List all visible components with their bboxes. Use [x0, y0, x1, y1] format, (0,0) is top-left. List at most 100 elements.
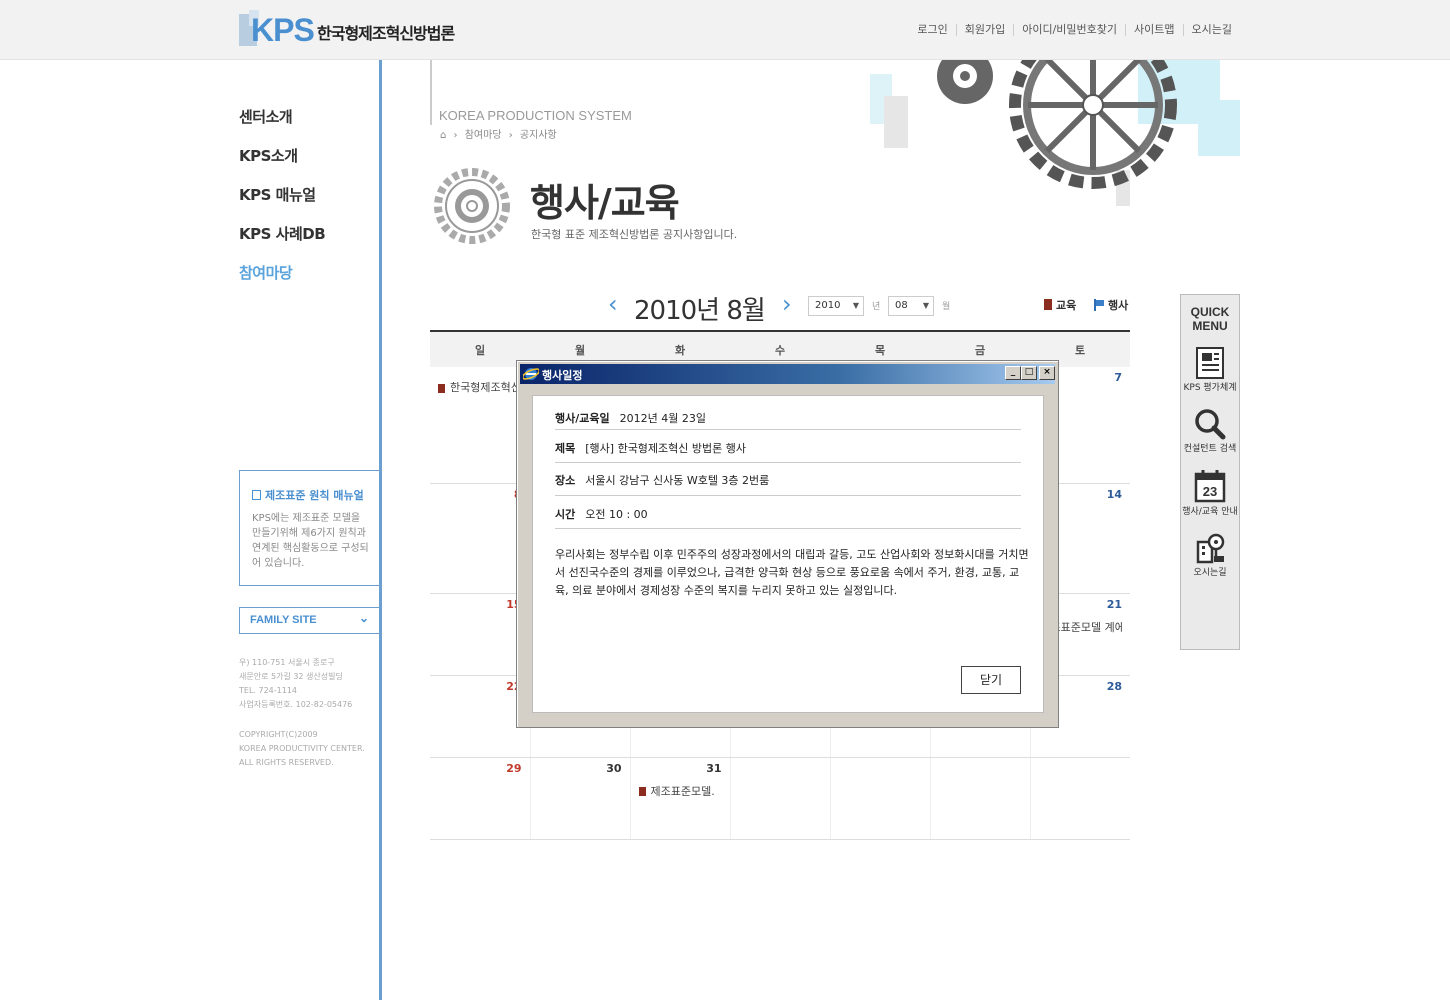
calendar-day-cell[interactable]	[829, 757, 930, 840]
map-building-icon	[1196, 533, 1225, 564]
gear-decoration	[870, 60, 1240, 206]
maximize-icon[interactable]: □	[1021, 366, 1037, 380]
site-logo[interactable]: KPS 한국형제조혁신방법론	[239, 10, 469, 48]
home-icon[interactable]: ⌂	[440, 130, 446, 141]
day-number: 8	[438, 488, 522, 501]
calendar-event-title: 조표준모델 계에관한 ..	[1050, 620, 1123, 634]
calendar-day-cell[interactable]: 31 제조표준모델.	[629, 757, 730, 840]
copyright: COPYRIGHT(C)2009 KOREA PRODUCTIVITY CENT…	[239, 728, 365, 770]
calendar-day-cell[interactable]: 29	[430, 757, 530, 840]
dropdown-arrow-icon: ▼	[922, 301, 929, 310]
popup-title: 행사일정	[542, 369, 583, 382]
year-select-value: 2010	[815, 300, 841, 311]
day-number: 29	[506, 761, 522, 775]
signup-link[interactable]: 회원가입	[955, 24, 1013, 36]
utility-nav: 로그인 회원가입 아이디/비밀번호찾기 사이트맵 오시는길	[909, 24, 1240, 36]
book-icon	[438, 383, 445, 393]
close-icon[interactable]: ×	[1039, 366, 1055, 380]
quick-event-info[interactable]: 23 행사/교육 안내	[1181, 469, 1239, 518]
popup-date-value: 2012년 4월 23일	[619, 412, 706, 425]
calendar-day-cell[interactable]	[729, 757, 830, 840]
popup-place-key: 장소	[555, 474, 576, 487]
internet-explorer-icon	[523, 368, 539, 380]
breadcrumb-sep: ›	[453, 130, 458, 141]
quick-menu-title: QUICK MENU	[1190, 305, 1230, 333]
small-gear	[937, 60, 993, 104]
breadcrumb-sep: ›	[508, 130, 513, 141]
address-line: 우) 110-751 서울시 종로구	[239, 658, 335, 667]
dropdown-arrow-icon: ▼	[852, 301, 859, 310]
sitemap-link[interactable]: 사이트맵	[1125, 24, 1182, 36]
sidebar-nav: 센터소개 KPS소개 KPS 매뉴얼 KPS 사례DB 참여마당	[239, 106, 326, 301]
calendar-day-cell[interactable]: 15	[430, 593, 530, 676]
popup-content: 행사/교육일 2012년 4월 23일 제목 [행사] 한국형제조혁신 방법론 행사…	[532, 395, 1044, 713]
popup-divider	[555, 495, 1021, 496]
manual-banner-text: KPS에는 제조표준 모델을 만들기위해 제6가지 원칙과 연계된 핵심활동으로…	[252, 513, 369, 569]
sidebar-item-center[interactable]: 센터소개	[239, 106, 325, 145]
month-select-value: 08	[895, 300, 908, 311]
next-month-icon[interactable]: ›	[782, 290, 792, 318]
family-site-select[interactable]: FAMILY SITE ⌄	[239, 607, 381, 634]
chevron-down-icon: ⌄	[358, 611, 369, 625]
minimize-icon[interactable]: _	[1005, 366, 1021, 380]
calendar-day-cell[interactable]: 8	[430, 483, 530, 594]
legend-education: 교육	[1044, 297, 1076, 313]
popup-place-row: 장소 서울시 강남구 신사동 W호텔 3층 2번룸	[555, 472, 1021, 488]
month-select[interactable]: 08 ▼	[888, 296, 934, 316]
address-line: 새문안로 5가길 32 생산성빌딩	[239, 672, 343, 681]
quick-kps-evaluation[interactable]: KPS 평가체계	[1181, 347, 1239, 394]
sidebar-item-kps-manual[interactable]: KPS 매뉴얼	[239, 184, 325, 223]
breadcrumb: ⌂ › 참여마당 › 공지사항	[440, 126, 561, 141]
address-line: 사업자등록번호. 102-82-05476	[239, 700, 353, 709]
popup-time-key: 시간	[555, 508, 576, 521]
popup-date-row: 행사/교육일 2012년 4월 23일	[555, 410, 1021, 426]
popup-titlebar[interactable]: 행사일정 _ □ ×	[520, 364, 1055, 384]
directions-link[interactable]: 오시는길	[1182, 24, 1240, 36]
calendar-day-cell[interactable]	[929, 757, 1030, 840]
sidebar-item-case-db[interactable]: KPS 사례DB	[239, 223, 326, 262]
quick-item-label: 오시는길	[1193, 568, 1227, 578]
calendar-icon: 23	[1194, 470, 1226, 503]
year-select[interactable]: 2010 ▼	[808, 296, 864, 316]
quick-item-label: KPS 평가체계	[1183, 383, 1237, 393]
find-account-link[interactable]: 아이디/비밀번호찾기	[1013, 24, 1125, 36]
prev-month-icon[interactable]: ‹	[608, 290, 618, 318]
popup-divider	[555, 462, 1021, 463]
calendar-day-cell[interactable]: 30	[529, 757, 630, 840]
event-popup-window: 행사일정 _ □ × 행사/교육일 2012년 4월 23일 제목 [행사] 한국형…	[516, 360, 1059, 728]
calendar-day-cell[interactable]: 한국형제조혁신방법론 행사	[430, 367, 530, 484]
calendar-header: ‹ 2010년 8월 › 2010 ▼ 년 08 ▼ 월 교육 행사	[430, 288, 1130, 326]
legend-event-label: 행사	[1108, 299, 1129, 312]
gear-icon	[434, 168, 510, 244]
calendar-event[interactable]: 제조표준모델.	[638, 783, 722, 799]
calendar-week-row: 29 30 31 제조표준모델.	[430, 757, 1130, 840]
month-title: 2010년 8월	[634, 296, 766, 326]
page-header: KOREA PRODUCTION SYSTEM ⌂ › 참여마당 › 공지사항 …	[430, 60, 1240, 320]
sidebar-item-participation[interactable]: 참여마당	[239, 262, 325, 301]
popup-subject-value: [행사] 한국형제조혁신 방법론 행사	[585, 442, 747, 455]
login-link[interactable]: 로그인	[909, 24, 955, 36]
sidebar-item-kps-intro[interactable]: KPS소개	[239, 145, 325, 184]
manual-banner[interactable]: 제조표준 원칙 매뉴얼 KPS에는 제조표준 모델을 만들기위해 제6가지 원칙…	[239, 470, 381, 586]
calendar-day-cell[interactable]	[1029, 757, 1130, 840]
flag-icon-fill	[1096, 300, 1104, 306]
popup-date-key: 행사/교육일	[555, 412, 610, 425]
header-rule	[430, 60, 432, 125]
quick-consultant-search[interactable]: 컨설턴트 검색	[1181, 408, 1239, 455]
breadcrumb-item[interactable]: 참여마당	[465, 130, 502, 141]
address-line: TEL. 724-1114	[239, 686, 297, 695]
calendar-event-title: 한국형제조혁신방법론 행사	[450, 381, 522, 394]
page-subtitle: 한국형 표준 제조혁신방법론 공지사항입니다.	[531, 228, 738, 241]
day-number: 31	[706, 761, 722, 775]
legend-event: 행사	[1094, 297, 1128, 313]
copyright-line: ALL RIGHTS RESERVED.	[239, 758, 334, 767]
breadcrumb-item[interactable]: 공지사항	[520, 130, 557, 141]
calendar-day-cell[interactable]: 22	[430, 675, 530, 758]
weekday-header: 일	[430, 330, 530, 367]
calendar-event[interactable]: 한국형제조혁신방법론 행사	[438, 379, 522, 395]
popup-divider	[555, 429, 1021, 430]
close-button[interactable]: 닫기	[961, 666, 1021, 694]
quick-item-label: 컨설턴트 검색	[1183, 444, 1237, 454]
quick-directions[interactable]: 오시는길	[1181, 532, 1239, 579]
calendar-icon-day: 23	[1203, 484, 1217, 499]
